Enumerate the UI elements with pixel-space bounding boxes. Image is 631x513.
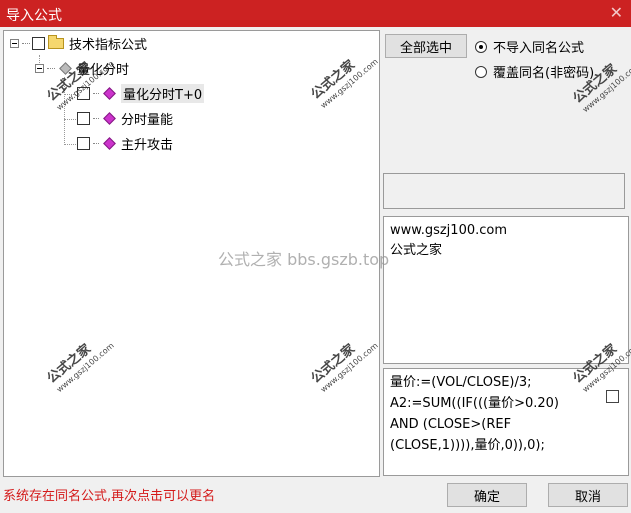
title-bar: 导入公式 ✕ — [0, 0, 631, 27]
status-message: 系统存在同名公式,再次点击可以更名 — [3, 489, 216, 504]
tree-item-label: 量化分时T+0 — [121, 83, 205, 103]
description-panel: www.gszj100.com 公式之家 — [383, 216, 629, 364]
radio-overwrite[interactable]: 覆盖同名(非密码) — [475, 62, 594, 81]
tree-item[interactable]: 分时量能 — [77, 109, 174, 128]
root-checkbox[interactable] — [32, 36, 45, 50]
ok-button[interactable]: 确定 — [447, 483, 527, 507]
window-title: 导入公式 — [6, 8, 62, 24]
radio-overwrite-label: 覆盖同名(非密码) — [493, 66, 595, 81]
code-line: AND (CLOSE>(REF — [390, 417, 512, 432]
radio-indicator[interactable] — [475, 40, 487, 53]
tree-root-label: 技术指标公式 — [69, 37, 148, 53]
formula-icon — [103, 111, 116, 125]
description-text: 公式之家 — [390, 243, 443, 258]
tree-item[interactable]: 量化分时T+0 — [77, 83, 205, 103]
formula-icon — [103, 136, 116, 150]
cancel-button[interactable]: 取消 — [548, 483, 628, 507]
radio-no-import[interactable]: 不导入同名公式 — [475, 37, 584, 56]
info-panel — [383, 173, 625, 209]
close-icon[interactable]: ✕ — [610, 3, 623, 22]
select-all-button[interactable]: 全部选中 — [385, 34, 467, 58]
tree-node-root[interactable]: 技术指标公式 — [10, 34, 148, 53]
collapse-toggle-icon[interactable] — [35, 63, 44, 73]
code-checkbox[interactable] — [606, 390, 619, 403]
tree-item-label: 分时量能 — [121, 112, 174, 128]
collapse-toggle-icon[interactable] — [10, 38, 19, 48]
tree-item-label: 主升攻击 — [121, 137, 174, 153]
item-checkbox[interactable] — [77, 111, 90, 125]
code-line: A2:=SUM((IF(((量价>0.20) — [390, 396, 560, 411]
code-line: (CLOSE,1)))),量价,0)),0); — [390, 438, 545, 453]
description-url: www.gszj100.com — [390, 223, 508, 238]
radio-no-import-label: 不导入同名公式 — [493, 41, 585, 56]
tree-item[interactable]: 主升攻击 — [77, 134, 174, 153]
radio-indicator[interactable] — [475, 65, 487, 78]
watermark-center: 公式之家 bbs.gszb.top — [218, 250, 390, 269]
folder-icon — [48, 34, 64, 49]
formula-icon — [103, 86, 116, 100]
item-checkbox[interactable] — [77, 136, 90, 150]
